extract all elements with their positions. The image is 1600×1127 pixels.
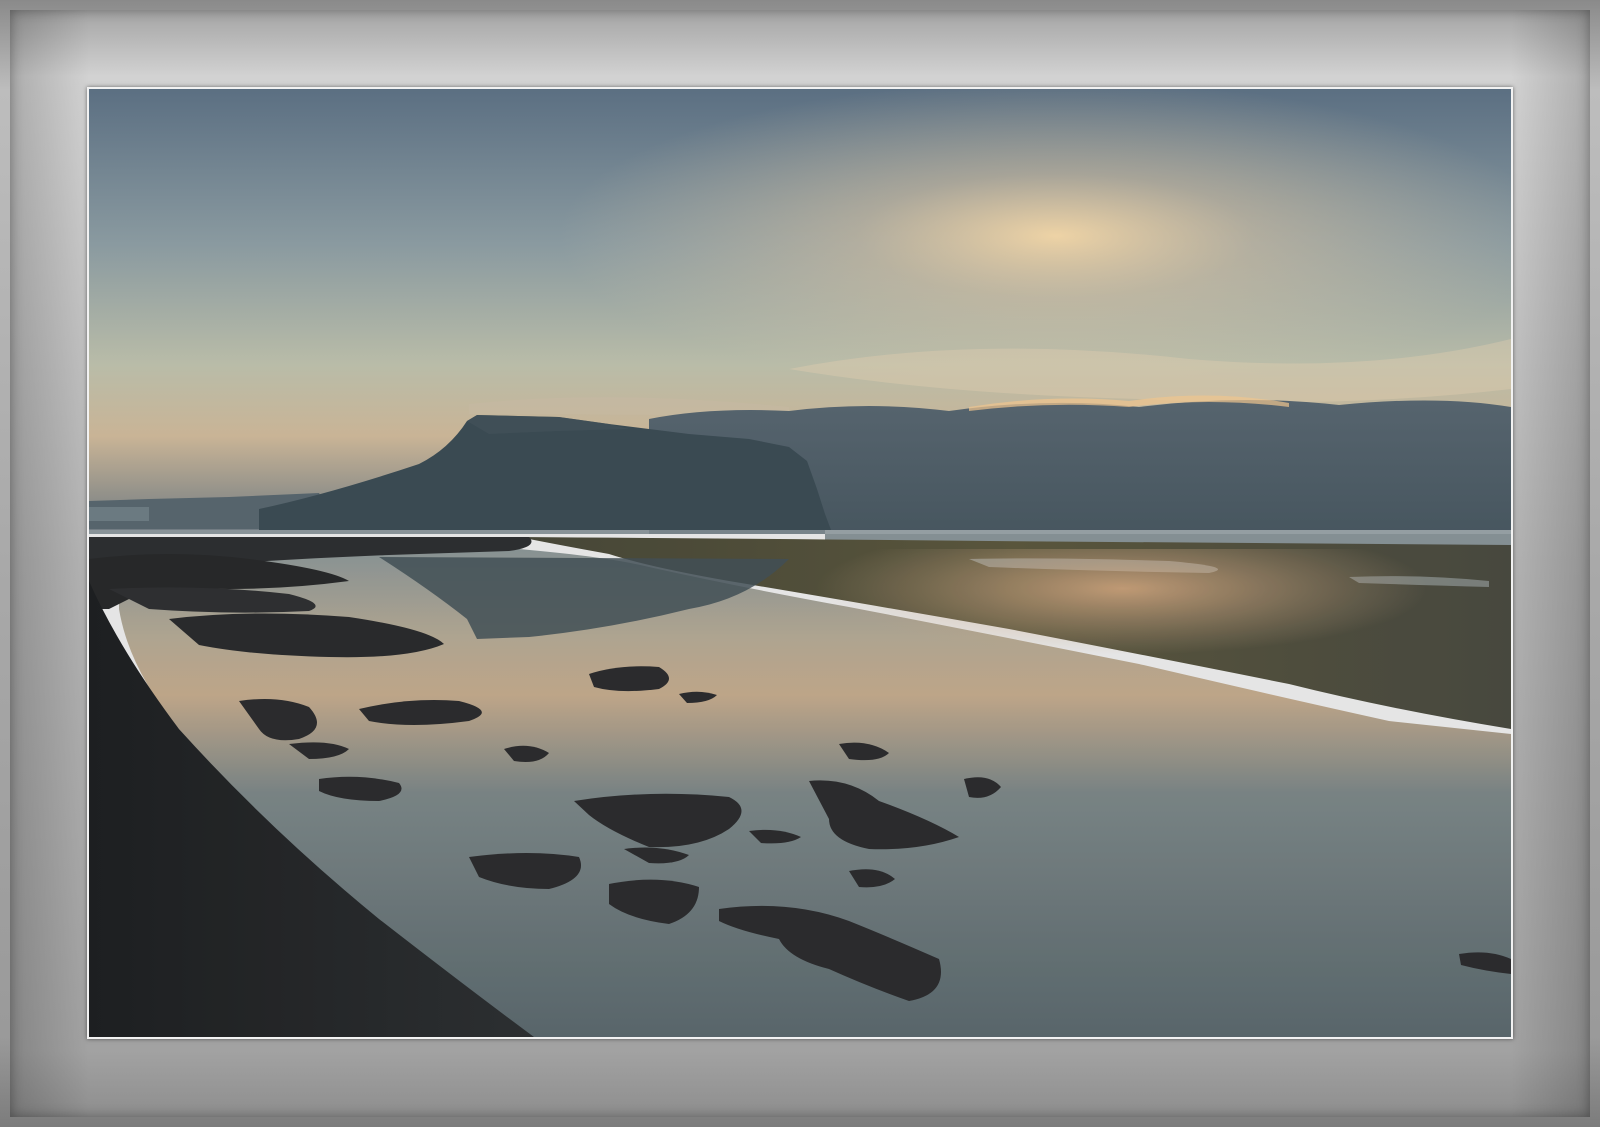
distant-buildings (89, 507, 149, 521)
outer-frame (0, 0, 1600, 1127)
horizon-line (89, 530, 1511, 534)
landscape-photo (89, 89, 1511, 1037)
landscape-scene (89, 89, 1511, 1037)
vignette (89, 534, 1511, 1037)
